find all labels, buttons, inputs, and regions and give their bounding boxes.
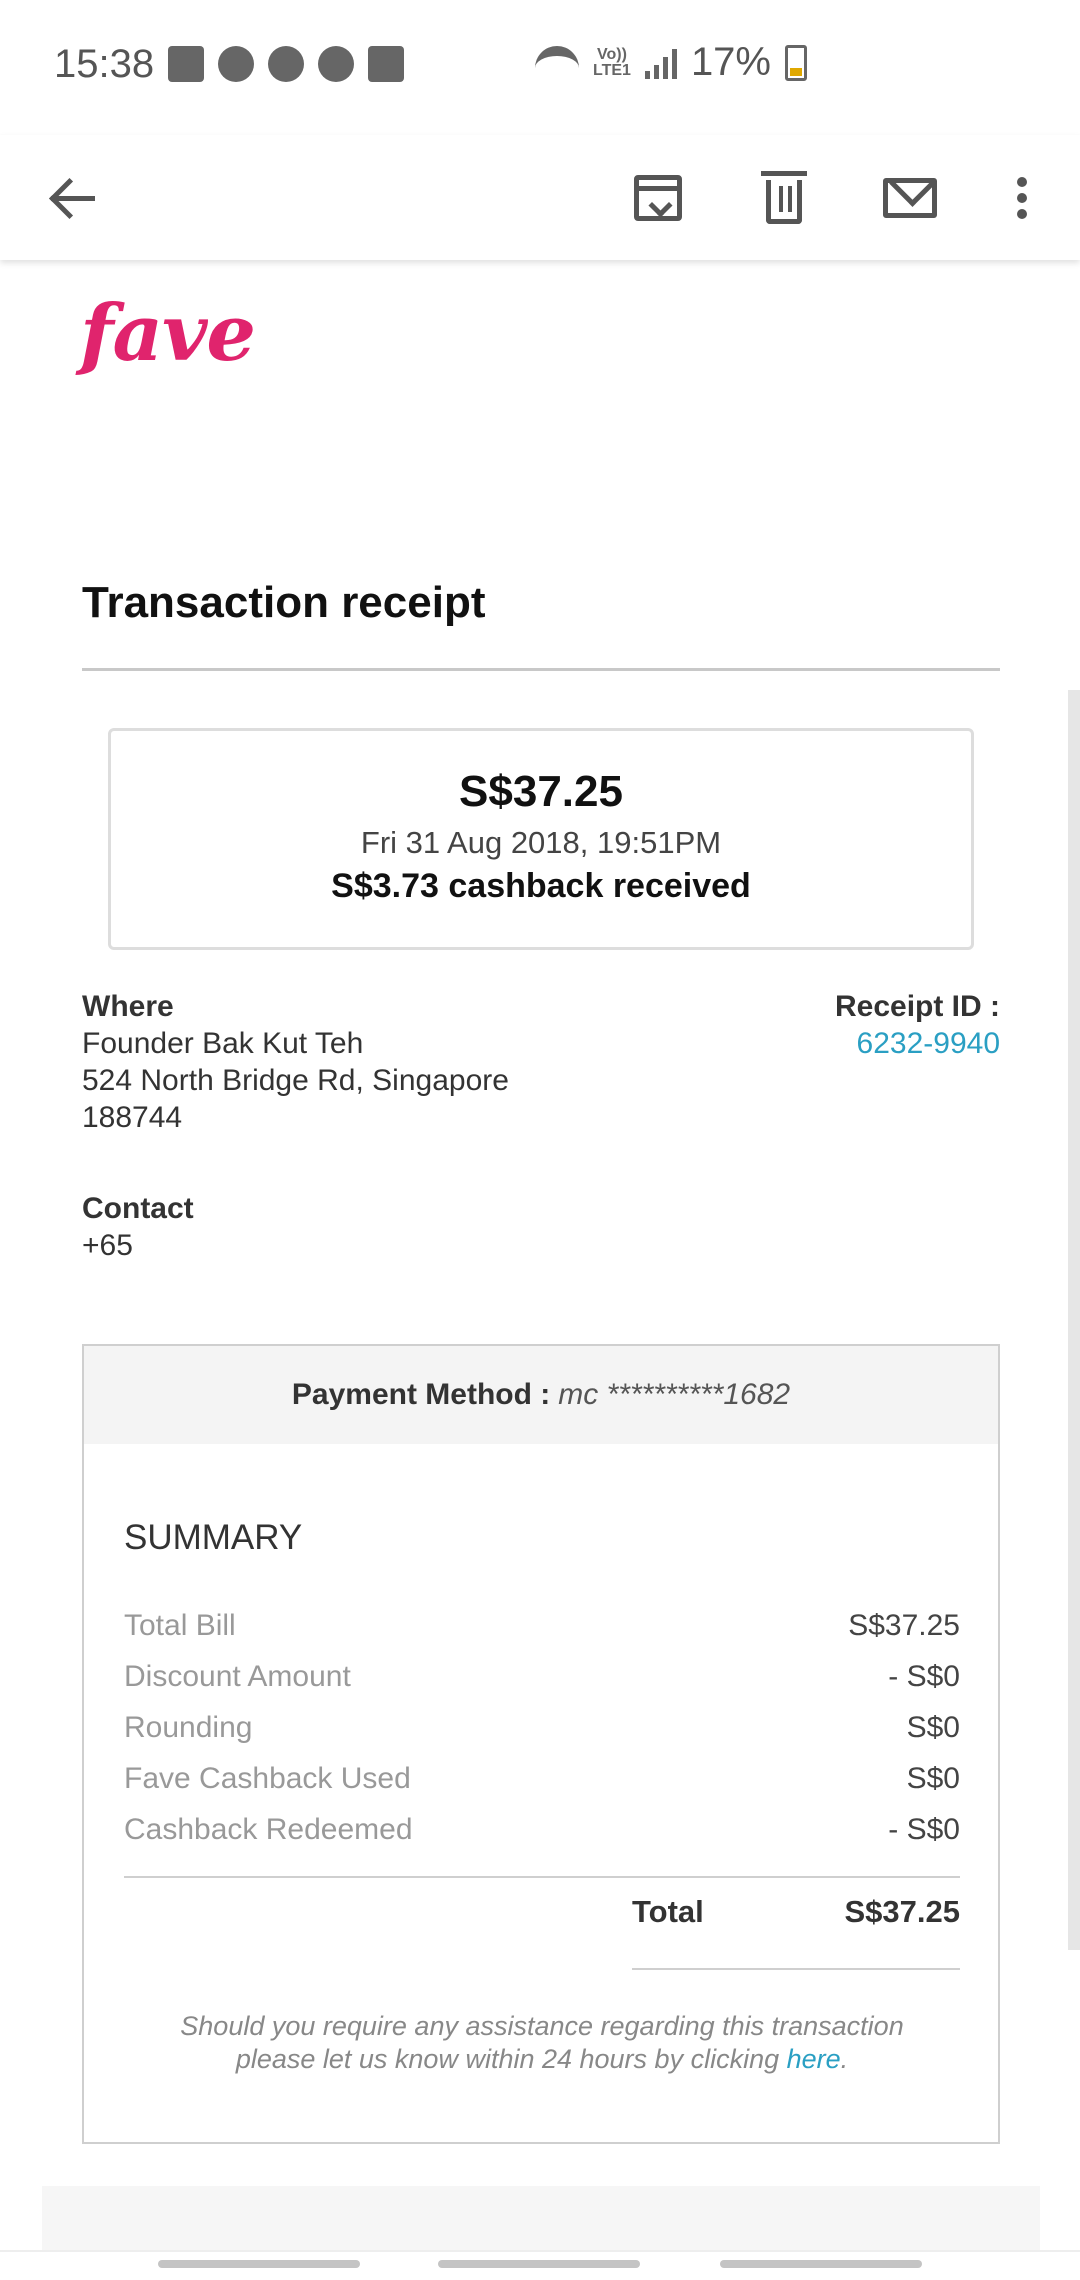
more-options-button[interactable] <box>972 135 1072 260</box>
summary-row: Total Bill S$37.25 <box>124 1600 960 1651</box>
mail-icon <box>883 177 937 218</box>
summary-row: Rounding S$0 <box>124 1702 960 1753</box>
summary-label: Rounding <box>124 1711 253 1744</box>
where-label: Where <box>82 990 174 1023</box>
title-divider <box>82 668 1000 671</box>
total-value: S$37.25 <box>844 1894 961 1929</box>
receipt-id-block: Receipt ID : 6232-9940 <box>835 988 1000 1062</box>
battery-percent: 17% <box>690 40 771 84</box>
recents-button[interactable] <box>158 2260 360 2268</box>
summary-value: - S$0 <box>888 1813 960 1846</box>
summary-value: S$37.25 <box>848 1609 960 1642</box>
delete-button[interactable] <box>734 135 834 260</box>
amount-value: S$37.25 <box>459 767 623 816</box>
email-body[interactable]: fave Transaction receipt S$37.25 Fri 31 … <box>0 260 1080 2250</box>
contact-value: +65 <box>82 1229 133 1262</box>
notification-icons <box>168 46 404 82</box>
payment-method-value: mc **********1682 <box>558 1378 791 1411</box>
merchant-name: Founder Bak Kut Teh <box>82 1027 364 1060</box>
volte-indicator: Vo)) LTE1 <box>593 45 631 79</box>
total-divider <box>632 1968 960 1970</box>
summary-title: SUMMARY <box>124 1518 303 1557</box>
amount-card: S$37.25 Fri 31 Aug 2018, 19:51PM S$3.73 … <box>108 728 974 950</box>
summary-label: Total Bill <box>124 1609 236 1642</box>
receipt-id-label: Receipt ID : <box>834 990 1000 1023</box>
summary-row: Fave Cashback Used S$0 <box>124 1753 960 1804</box>
assistance-note: Should you require any assistance regard… <box>180 2011 904 2074</box>
wifi-icon <box>535 45 579 80</box>
archive-icon <box>634 174 682 221</box>
address-line-1: 524 North Bridge Rd, Singapore <box>82 1064 509 1097</box>
payment-method-header: Payment Method : mc **********1682 <box>84 1346 998 1444</box>
summary-list: Total Bill S$37.25 Discount Amount - S$0… <box>124 1600 960 1855</box>
summary-row: Discount Amount - S$0 <box>124 1651 960 1702</box>
summary-divider <box>124 1876 960 1878</box>
footer-strip <box>42 2186 1040 2250</box>
mark-unread-button[interactable] <box>860 135 960 260</box>
transaction-date: Fri 31 Aug 2018, 19:51PM <box>360 825 722 860</box>
app-icon <box>318 46 354 82</box>
total-label: Total <box>632 1894 704 1929</box>
back-arrow-icon <box>49 178 95 218</box>
status-right: Vo)) LTE1 17% <box>535 40 807 85</box>
fave-logo: fave <box>80 288 256 379</box>
home-button[interactable] <box>438 2260 640 2268</box>
app-bar <box>0 135 1080 260</box>
contact-block: Contact +65 <box>82 1190 194 1264</box>
receipt-title: Transaction receipt <box>82 578 486 627</box>
address-line-2: 188744 <box>82 1101 183 1134</box>
summary-label: Discount Amount <box>124 1660 351 1693</box>
status-time: 15:38 <box>54 42 155 86</box>
navigation-bar <box>0 2250 1080 2280</box>
back-button[interactable] <box>22 135 122 260</box>
gmail-icon <box>168 46 204 82</box>
where-block: Where Founder Bak Kut Teh 524 North Brid… <box>82 988 682 1136</box>
battery-icon <box>785 44 807 81</box>
signal-icon <box>644 47 677 79</box>
payment-method-label: Payment Method : <box>291 1378 551 1411</box>
summary-value: - S$0 <box>888 1660 960 1693</box>
cashback-text: S$3.73 cashback received <box>331 867 751 905</box>
summary-value: S$0 <box>906 1711 960 1744</box>
delete-icon <box>761 170 807 224</box>
messenger-icon <box>218 46 254 82</box>
back-nav-button[interactable] <box>720 2260 922 2268</box>
gallery-icon <box>368 46 404 82</box>
summary-row: Cashback Redeemed - S$0 <box>124 1804 960 1855</box>
total-row: Total S$37.25 <box>632 1894 960 1930</box>
receipt-id-link[interactable]: 6232-9940 <box>835 1025 1000 1062</box>
status-bar: 15:38 Vo)) LTE1 17% <box>0 0 1080 135</box>
payment-summary-box: Payment Method : mc **********1682 SUMMA… <box>82 1344 1000 2144</box>
summary-label: Fave Cashback Used <box>124 1762 411 1795</box>
summary-value: S$0 <box>906 1762 960 1795</box>
summary-label: Cashback Redeemed <box>124 1813 413 1846</box>
help-link[interactable]: here <box>787 2044 841 2074</box>
scrollbar[interactable] <box>1068 690 1080 1950</box>
contact-label: Contact <box>82 1192 194 1225</box>
whatsapp-icon <box>268 46 304 82</box>
archive-button[interactable] <box>608 135 708 260</box>
more-vert-icon <box>1017 176 1027 219</box>
